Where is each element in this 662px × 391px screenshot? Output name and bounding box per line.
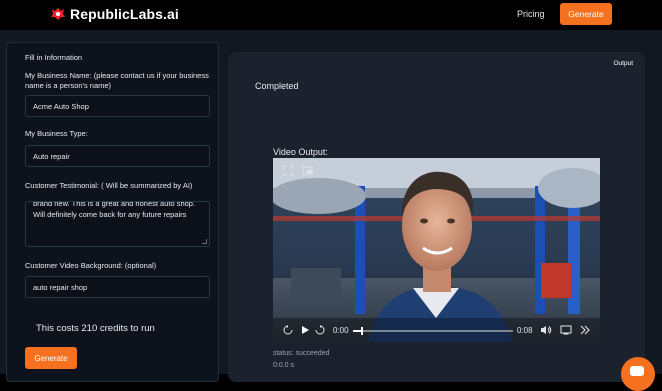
business-type-label: My Business Type: [25,129,88,138]
brand-name: RepublicLabs.ai [70,6,179,22]
background-label: Customer Video Background: (optional) [25,261,157,270]
video-output-label: Video Output: [273,147,328,157]
testimonial-textarea[interactable]: brand new. This is a great and honest au… [25,201,210,247]
chat-widget-button[interactable] [621,357,655,391]
business-type-value: Auto repair [33,151,70,161]
video-player[interactable]: 0:00 0:08 [273,158,600,342]
brand[interactable]: RepublicLabs.ai [50,6,179,22]
top-navigation-bar: RepublicLabs.ai Pricing Generate [0,0,662,30]
business-type-input[interactable]: Auto repair [25,145,210,167]
pip-icon[interactable] [302,165,313,176]
cast-icon[interactable] [560,325,572,335]
chat-icon [630,366,644,376]
output-tag: Output [613,60,633,67]
resize-handle-icon[interactable] [202,239,207,244]
background-input[interactable]: auto repair shop [25,276,210,298]
video-timing: 0:0.0 s [273,362,295,369]
testimonial-label: Customer Testimonial: ( Will be summariz… [25,181,193,190]
current-time: 0:00 [333,326,349,335]
replay-back-icon[interactable] [283,325,293,335]
seek-bar[interactable] [353,327,513,335]
completion-status: Completed [255,81,299,91]
business-name-input[interactable]: Acme Auto Shop [25,95,210,117]
testimonial-value: brand new. This is a great and honest au… [33,201,196,219]
nav-pricing-link[interactable]: Pricing [517,9,545,19]
forward-icon[interactable] [315,325,325,335]
fullscreen-icon[interactable] [283,165,294,176]
form-panel: Fill in Information My Business Name: (p… [6,42,219,382]
nav-generate-button[interactable]: Generate [560,3,612,25]
seek-progress [353,330,361,332]
cost-text: This costs 210 credits to run [36,323,155,334]
background-value: auto repair shop [33,282,88,292]
output-panel: Output Completed Video Output: 0:00 0:08… [228,52,645,382]
duration: 0:08 [517,326,533,335]
video-frame [273,158,600,342]
video-status: status: succeeded [273,350,330,357]
play-icon[interactable] [300,325,310,335]
form-title: Fill in Information [25,53,83,62]
business-name-label: My Business Name: (please contact us if … [25,71,209,90]
more-icon[interactable] [579,325,591,335]
volume-icon[interactable] [540,325,552,335]
business-name-value: Acme Auto Shop [33,101,89,111]
form-generate-button[interactable]: Generate [25,347,77,369]
seek-handle[interactable] [361,327,363,335]
logo-icon [51,8,65,20]
